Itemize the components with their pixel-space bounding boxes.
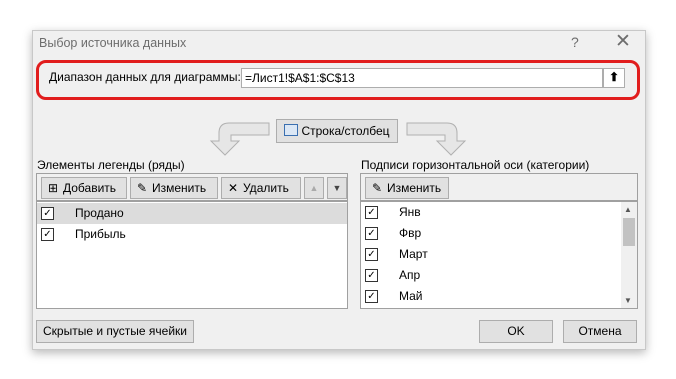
legend-toolbar: ⊞ Добавить ✎ Изменить ✕ Удалить ▲ ▼ xyxy=(36,173,348,201)
checkbox[interactable]: ✓ xyxy=(365,227,378,240)
dialog-title: Выбор источника данных xyxy=(39,36,187,50)
vertical-scrollbar[interactable]: ▲ ▼ xyxy=(621,202,637,308)
edit-series-button[interactable]: ✎ Изменить xyxy=(130,177,218,199)
axis-toolbar: ✎ Изменить xyxy=(360,173,638,201)
list-item[interactable]: ✓ Продано xyxy=(37,203,347,224)
checkbox[interactable]: ✓ xyxy=(365,206,378,219)
add-series-label: Добавить xyxy=(63,181,117,195)
checkbox[interactable]: ✓ xyxy=(365,290,378,303)
edit-icon: ✎ xyxy=(371,181,383,195)
close-button[interactable]: ✕ xyxy=(615,31,631,53)
scroll-up-icon[interactable]: ▲ xyxy=(624,205,632,214)
list-item-label: Март xyxy=(399,247,428,261)
hidden-empty-cells-button[interactable]: Скрытые и пустые ячейки xyxy=(36,320,194,343)
edit-axis-labels-button[interactable]: ✎ Изменить xyxy=(365,177,449,199)
list-item-label: Прибыль xyxy=(75,227,126,241)
switch-row-column-button[interactable]: Строка/столбец xyxy=(276,119,398,143)
delete-icon: ✕ xyxy=(227,181,239,195)
checkbox[interactable]: ✓ xyxy=(365,269,378,282)
checkbox[interactable]: ✓ xyxy=(41,207,54,220)
axis-labels-title: Подписи горизонтальной оси (категории) xyxy=(361,158,590,172)
list-item[interactable]: ✓ Апр xyxy=(361,265,621,286)
delete-series-label: Удалить xyxy=(243,181,289,195)
add-icon: ⊞ xyxy=(47,181,59,195)
axis-categories-list: ✓ Янв ✓ Фвр ✓ Март ✓ Апр ✓ Май ▲ ▼ xyxy=(360,201,638,309)
list-item[interactable]: ✓ Прибыль xyxy=(37,224,347,245)
edit-series-label: Изменить xyxy=(152,181,207,195)
list-item-label: Янв xyxy=(399,205,421,219)
right-curved-arrow-icon xyxy=(406,122,467,156)
edit-axis-label: Изменить xyxy=(387,181,442,195)
switch-row-column-label: Строка/столбец xyxy=(301,124,390,138)
list-item[interactable]: ✓ Март xyxy=(361,244,621,265)
list-item-label: Май xyxy=(399,289,423,303)
list-item-label: Апр xyxy=(399,268,421,282)
scrollbar-thumb[interactable] xyxy=(623,218,635,246)
legend-series-list: ✓ Продано ✓ Прибыль xyxy=(36,201,348,309)
legend-entries-title: Элементы легенды (ряды) xyxy=(37,158,185,172)
list-item[interactable]: ✓ Янв xyxy=(361,202,621,223)
add-series-button[interactable]: ⊞ Добавить xyxy=(41,177,127,199)
ok-button[interactable]: OK xyxy=(479,320,553,343)
list-item[interactable]: ✓ Фвр xyxy=(361,223,621,244)
checkbox[interactable]: ✓ xyxy=(365,248,378,261)
move-down-icon[interactable]: ▼ xyxy=(327,177,347,199)
delete-series-button[interactable]: ✕ Удалить xyxy=(221,177,301,199)
switch-row-column-icon xyxy=(284,124,299,136)
list-item-label: Продано xyxy=(75,206,124,220)
left-curved-arrow-icon xyxy=(209,122,270,156)
cancel-button[interactable]: Отмена xyxy=(563,320,637,343)
scroll-down-icon[interactable]: ▼ xyxy=(624,296,632,305)
checkbox[interactable]: ✓ xyxy=(41,228,54,241)
list-item[interactable]: ✓ Май xyxy=(361,286,621,307)
edit-icon: ✎ xyxy=(136,181,148,195)
select-data-source-dialog: Выбор источника данных ? ✕ Диапазон данн… xyxy=(32,30,646,350)
red-highlight-frame xyxy=(36,60,640,100)
help-button[interactable]: ? xyxy=(571,34,579,50)
move-up-icon[interactable]: ▲ xyxy=(304,177,324,199)
list-item-label: Фвр xyxy=(399,226,422,240)
